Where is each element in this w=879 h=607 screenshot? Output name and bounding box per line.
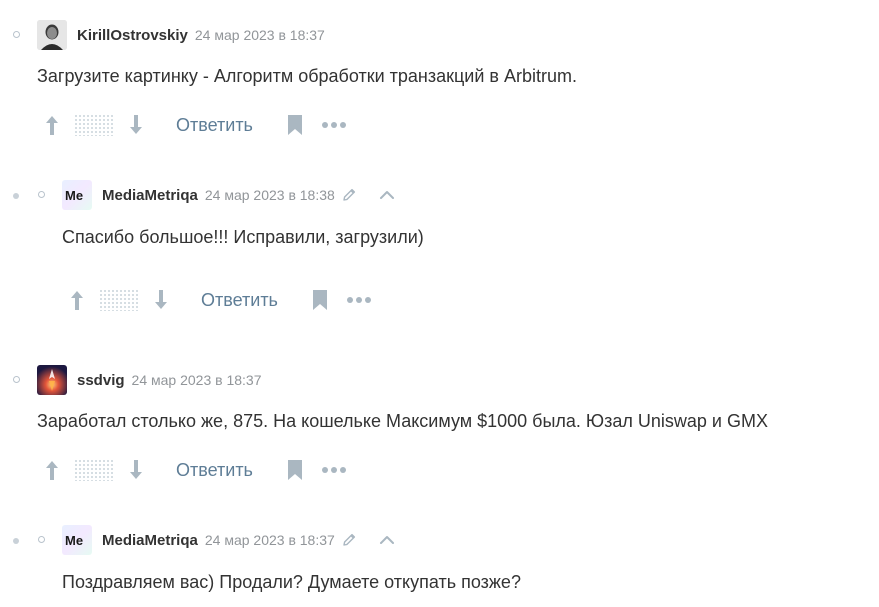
arrow-down-icon[interactable] (126, 459, 146, 481)
comment-text: Загрузите картинку - Алгоритм обработки … (37, 66, 577, 86)
comment-text: Поздравляем вас) Продали? Думаете откупа… (62, 572, 521, 592)
avatar[interactable] (37, 365, 67, 395)
username[interactable]: MediaMetriqa (102, 532, 198, 549)
hidden-score-icon (74, 459, 114, 481)
avatar-text: Me (65, 533, 83, 548)
bookmark-icon[interactable] (285, 114, 305, 136)
avatar[interactable]: Me (62, 180, 92, 210)
arrow-up-icon[interactable] (67, 289, 87, 311)
comment-actions: Ответить (42, 457, 347, 483)
hidden-score-icon (74, 114, 114, 136)
comment-meta: KirillOstrovskiy 24 мар 2023 в 18:37 (37, 19, 325, 51)
comment-date[interactable]: 24 мар 2023 в 18:38 (205, 187, 335, 203)
arrow-down-icon[interactable] (126, 114, 146, 136)
comment-actions: Ответить (67, 287, 372, 313)
reply-button[interactable]: Ответить (176, 460, 253, 481)
comment-meta: Me MediaMetriqa 24 мар 2023 в 18:38 (62, 179, 395, 211)
thread-dot-icon (13, 193, 19, 199)
username[interactable]: ssdvig (77, 372, 125, 389)
arrow-up-icon[interactable] (42, 459, 62, 481)
avatar-text: Me (65, 188, 83, 203)
reply-button[interactable]: Ответить (176, 115, 253, 136)
reply-button[interactable]: Ответить (201, 290, 278, 311)
thread-marker-icon (38, 536, 45, 543)
comment-text: Заработал столько же, 875. На кошельке М… (37, 411, 768, 431)
thread-marker-icon (38, 191, 45, 198)
comment-meta: Me MediaMetriqa 24 мар 2023 в 18:37 (62, 524, 395, 556)
pencil-icon (341, 532, 357, 548)
comments-page: KirillOstrovskiy 24 мар 2023 в 18:37 Заг… (0, 0, 879, 607)
comment-date[interactable]: 24 мар 2023 в 18:37 (205, 532, 335, 548)
more-dots-icon[interactable] (321, 121, 347, 129)
avatar[interactable]: Me (62, 525, 92, 555)
username[interactable]: MediaMetriqa (102, 187, 198, 204)
thread-dot-icon (13, 538, 19, 544)
arrow-down-icon[interactable] (151, 289, 171, 311)
comment-actions: Ответить (42, 112, 347, 138)
bookmark-icon[interactable] (310, 289, 330, 311)
pencil-icon (341, 187, 357, 203)
thread-marker-icon (13, 376, 20, 383)
avatar[interactable] (37, 20, 67, 50)
username[interactable]: KirillOstrovskiy (77, 27, 188, 44)
chevron-up-icon[interactable] (379, 190, 395, 200)
comment-text: Спасибо большое!!! Исправили, загрузили) (62, 227, 424, 247)
thread-marker-icon (13, 31, 20, 38)
more-dots-icon[interactable] (321, 466, 347, 474)
bookmark-icon[interactable] (285, 459, 305, 481)
arrow-up-icon[interactable] (42, 114, 62, 136)
more-dots-icon[interactable] (346, 296, 372, 304)
comment-date[interactable]: 24 мар 2023 в 18:37 (195, 27, 325, 43)
hidden-score-icon (99, 289, 139, 311)
comment-meta: ssdvig 24 мар 2023 в 18:37 (37, 364, 261, 396)
comment-date[interactable]: 24 мар 2023 в 18:37 (132, 372, 262, 388)
chevron-up-icon[interactable] (379, 535, 395, 545)
